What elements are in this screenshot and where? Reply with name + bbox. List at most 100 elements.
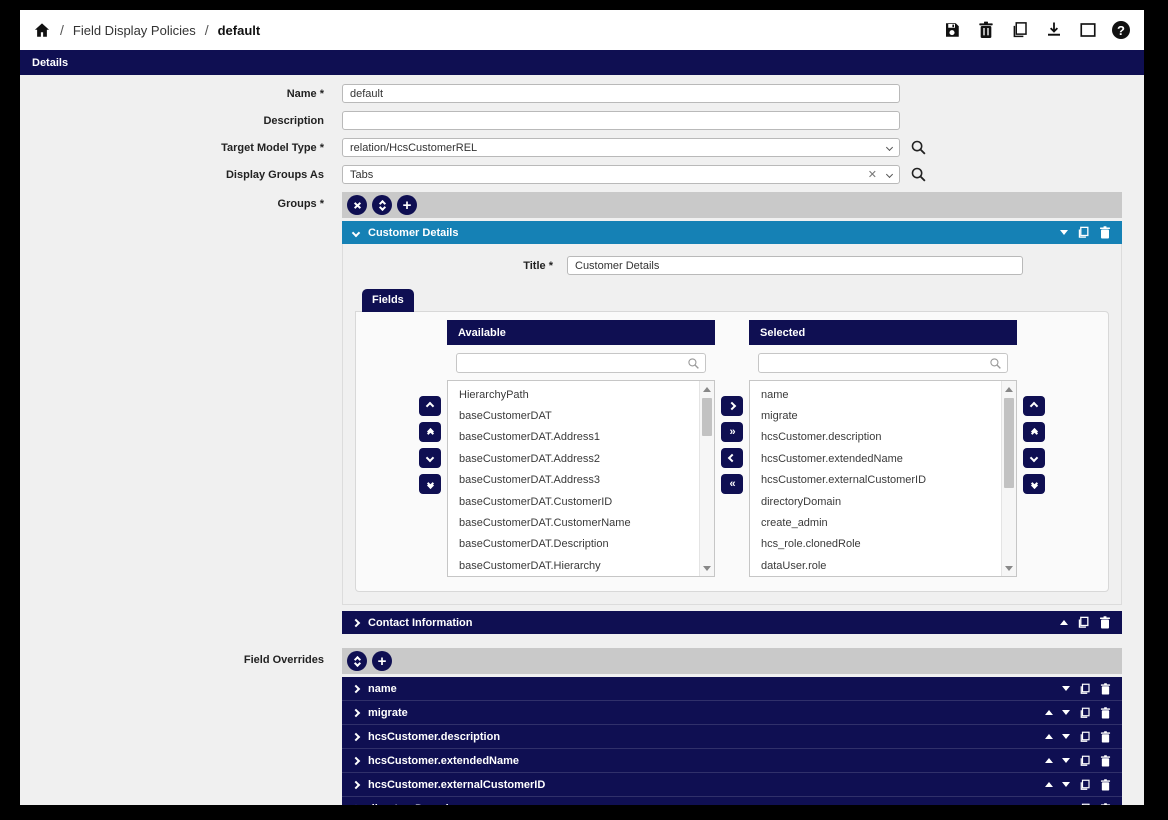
clone-group-icon[interactable]: [1077, 616, 1090, 629]
scroll-thumb[interactable]: [1004, 398, 1014, 488]
group-header-contact-information[interactable]: Contact Information: [342, 611, 1122, 634]
list-item[interactable]: baseCustomerDAT.Address3: [448, 470, 714, 491]
delete-icon[interactable]: [1100, 707, 1111, 719]
list-item[interactable]: baseCustomerDAT.CustomerID: [448, 491, 714, 512]
move-down-button[interactable]: [1023, 448, 1045, 468]
selected-search-input[interactable]: [758, 353, 1008, 373]
list-item[interactable]: hcsCustomer.extendedName: [750, 448, 1016, 469]
delete-icon[interactable]: [1100, 803, 1111, 806]
scroll-up-icon[interactable]: [700, 382, 714, 396]
window-icon[interactable]: [1078, 21, 1097, 40]
list-item[interactable]: hcs_role.clonedRole: [750, 534, 1016, 555]
tab-details[interactable]: Details: [20, 50, 1144, 75]
scroll-up-icon[interactable]: [1002, 382, 1016, 396]
name-input[interactable]: [342, 84, 900, 103]
move-down-button[interactable]: [419, 448, 441, 468]
clone-icon[interactable]: [1079, 731, 1091, 743]
move-all-left-button[interactable]: «: [721, 474, 743, 494]
delete-icon[interactable]: [1100, 779, 1111, 791]
scroll-thumb[interactable]: [702, 398, 712, 436]
list-item[interactable]: baseCustomerDAT: [448, 405, 714, 426]
tab-fields[interactable]: Fields: [362, 289, 414, 312]
override-row[interactable]: hcsCustomer.externalCustomerID: [342, 773, 1122, 797]
move-up-button[interactable]: [419, 396, 441, 416]
list-item[interactable]: hcsCustomer.description: [750, 427, 1016, 448]
available-search-input[interactable]: [456, 353, 706, 373]
list-item[interactable]: baseCustomerDAT.Description: [448, 534, 714, 555]
save-icon[interactable]: [942, 21, 961, 40]
group-header-customer-details[interactable]: Customer Details: [342, 221, 1122, 244]
clone-icon[interactable]: [1079, 755, 1091, 767]
move-down-icon[interactable]: [1062, 734, 1070, 739]
move-up-icon[interactable]: [1045, 782, 1053, 787]
delete-icon[interactable]: [1100, 683, 1111, 695]
move-up-icon[interactable]: [1045, 710, 1053, 715]
display-groups-as-select[interactable]: Tabs ✕: [342, 165, 900, 184]
home-icon[interactable]: [32, 21, 51, 40]
export-icon[interactable]: [1044, 21, 1063, 40]
scroll-down-icon[interactable]: [1002, 561, 1016, 575]
move-down-icon[interactable]: [1062, 710, 1070, 715]
expand-all-button[interactable]: [347, 651, 367, 671]
help-icon[interactable]: ?: [1112, 21, 1130, 39]
clone-icon[interactable]: [1079, 683, 1091, 695]
list-item[interactable]: hcsCustomer.externalCustomerID: [750, 470, 1016, 491]
available-scrollbar[interactable]: [699, 381, 714, 576]
available-listbox[interactable]: HierarchyPath baseCustomerDAT baseCustom…: [447, 380, 715, 577]
move-down-icon[interactable]: [1062, 758, 1070, 763]
move-left-button[interactable]: [721, 448, 743, 468]
delete-icon[interactable]: [1100, 731, 1111, 743]
clone-icon[interactable]: [1079, 707, 1091, 719]
move-group-up-icon[interactable]: [1060, 620, 1068, 625]
delete-icon[interactable]: [976, 21, 995, 40]
delete-icon[interactable]: [1100, 755, 1111, 767]
scroll-down-icon[interactable]: [700, 561, 714, 575]
move-down-icon[interactable]: [1062, 782, 1070, 787]
move-down-icon[interactable]: [1062, 686, 1070, 691]
move-up-icon[interactable]: [1045, 758, 1053, 763]
list-item[interactable]: baseCustomerDAT.Hierarchy: [448, 555, 714, 576]
move-group-down-icon[interactable]: [1060, 230, 1068, 235]
move-bottom-button[interactable]: [1023, 474, 1045, 494]
delete-group-icon[interactable]: [1099, 616, 1111, 629]
description-input[interactable]: [342, 111, 900, 130]
group-title-input[interactable]: [567, 256, 1023, 275]
move-top-button[interactable]: [419, 422, 441, 442]
list-item[interactable]: HierarchyPath: [448, 384, 714, 405]
target-model-type-select[interactable]: relation/HcsCustomerREL: [342, 138, 900, 157]
move-top-button[interactable]: [1023, 422, 1045, 442]
breadcrumb-item-policies[interactable]: Field Display Policies: [73, 23, 196, 38]
collapse-all-button[interactable]: [347, 195, 367, 215]
override-row[interactable]: hcsCustomer.extendedName: [342, 749, 1122, 773]
add-override-button[interactable]: +: [372, 651, 392, 671]
list-item[interactable]: name: [750, 384, 1016, 405]
override-row[interactable]: hcsCustomer.description: [342, 725, 1122, 749]
expand-all-button[interactable]: [372, 195, 392, 215]
target-model-type-lookup-icon[interactable]: [910, 139, 927, 156]
list-item[interactable]: migrate: [750, 405, 1016, 426]
move-up-icon[interactable]: [1045, 734, 1053, 739]
move-up-button[interactable]: [1023, 396, 1045, 416]
clone-icon[interactable]: [1079, 779, 1091, 791]
display-groups-as-lookup-icon[interactable]: [910, 166, 927, 183]
list-item[interactable]: dataUser.role: [750, 555, 1016, 576]
add-group-button[interactable]: +: [397, 195, 417, 215]
clone-group-icon[interactable]: [1077, 226, 1090, 239]
move-right-button[interactable]: [721, 396, 743, 416]
override-row[interactable]: migrate: [342, 701, 1122, 725]
list-item[interactable]: create_admin: [750, 512, 1016, 533]
list-item[interactable]: baseCustomerDAT.CustomerName: [448, 512, 714, 533]
clear-icon[interactable]: ✕: [868, 168, 877, 181]
clone-icon[interactable]: [1079, 803, 1091, 806]
move-all-right-button[interactable]: »: [721, 422, 743, 442]
selected-listbox[interactable]: name migrate hcsCustomer.description hcs…: [749, 380, 1017, 577]
override-row[interactable]: directoryDomain: [342, 797, 1122, 805]
list-item[interactable]: baseCustomerDAT.Address2: [448, 448, 714, 469]
move-bottom-button[interactable]: [419, 474, 441, 494]
selected-scrollbar[interactable]: [1001, 381, 1016, 576]
list-item[interactable]: directoryDomain: [750, 491, 1016, 512]
clone-icon[interactable]: [1010, 21, 1029, 40]
list-item[interactable]: baseCustomerDAT.Address1: [448, 427, 714, 448]
override-row[interactable]: name: [342, 677, 1122, 701]
delete-group-icon[interactable]: [1099, 226, 1111, 239]
